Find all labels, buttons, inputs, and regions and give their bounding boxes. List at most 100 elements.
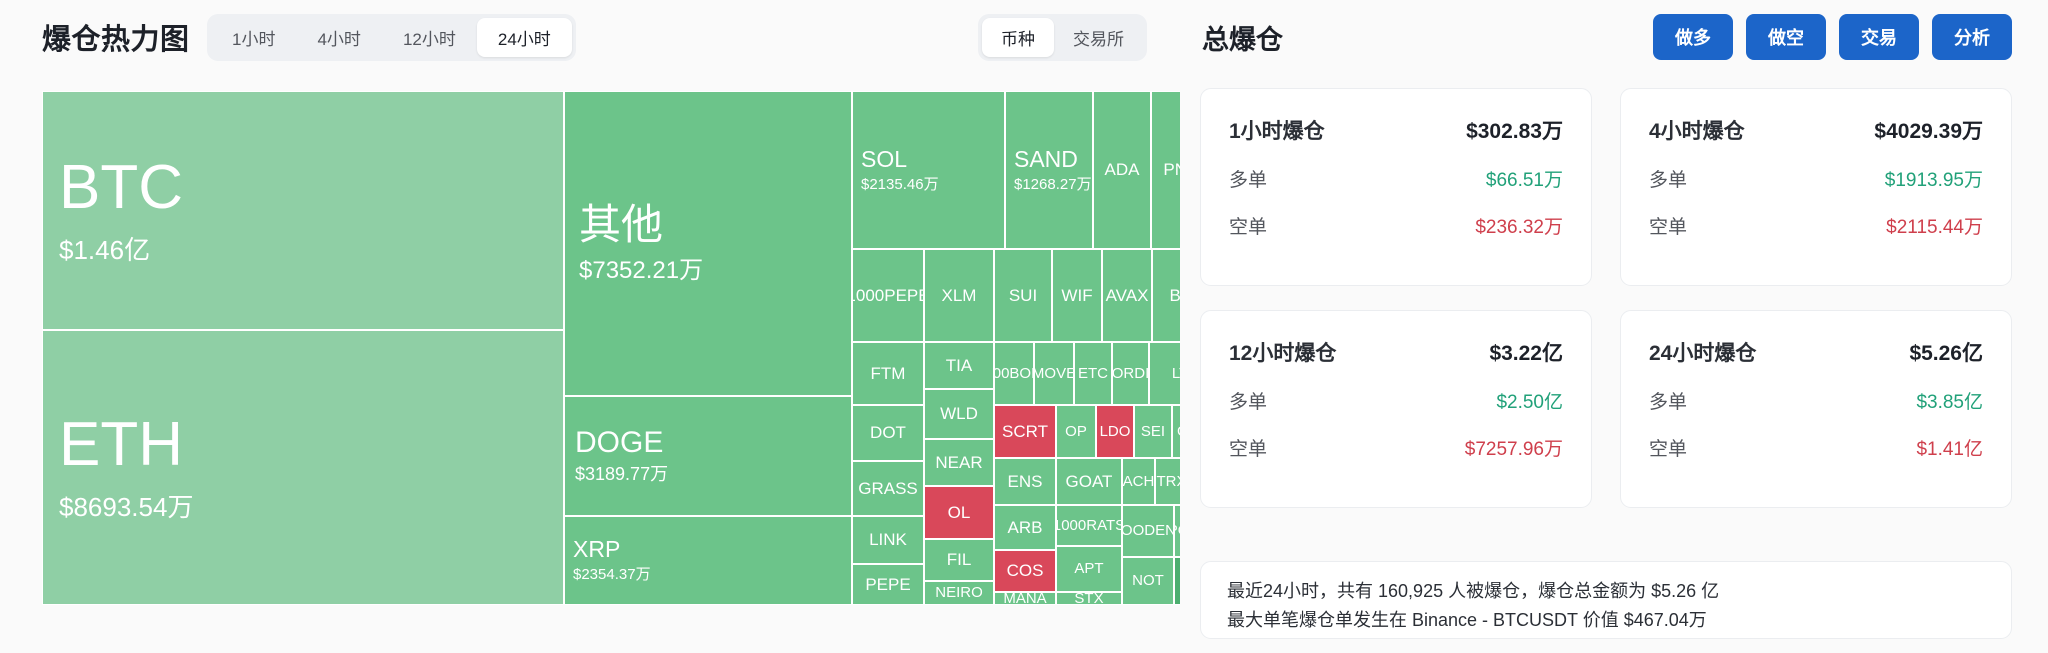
grouping-mode-tab-1[interactable]: 交易所 (1054, 18, 1143, 57)
treemap-tile[interactable]: LINK (852, 516, 924, 564)
treemap-tile[interactable]: OP (1056, 405, 1096, 458)
treemap-tile[interactable]: PNUT (1151, 91, 1180, 249)
treemap-tile-symbol: XLM (942, 287, 977, 305)
treemap-tile-symbol: SUI (1009, 287, 1037, 305)
treemap-tile-symbol: STX (1074, 592, 1103, 605)
treemap-tile[interactable]: ETC (1074, 342, 1112, 405)
summary-panel: 最近24小时，共有 160,925 人被爆仓，爆仓总金额为 $5.26 亿 最大… (1200, 561, 2012, 639)
liquidation-stat-card: 1小时爆仓$302.83万多单$66.51万空单$236.32万 (1200, 88, 1592, 286)
treemap-tile[interactable]: SEI (1134, 405, 1172, 458)
treemap-tile[interactable]: ETH$8693.54万 (42, 330, 564, 605)
treemap-tile[interactable]: WLD (924, 389, 994, 439)
treemap-tile-symbol: FTM (871, 365, 906, 383)
treemap-tile[interactable]: BCH (1174, 557, 1180, 605)
stat-card-short-label: 空单 (1649, 434, 1687, 461)
treemap-tile-symbol: PEPE (865, 576, 910, 594)
stat-card-row: 多单$66.51万 (1229, 165, 1563, 192)
treemap-tile[interactable]: DOT (852, 405, 924, 461)
treemap-tile[interactable]: LTC (1149, 342, 1180, 405)
treemap-tile[interactable]: SUI (994, 249, 1052, 342)
treemap-tile[interactable]: ORDI (1112, 342, 1149, 405)
treemap-tile[interactable]: ARB (994, 505, 1056, 550)
treemap-tile-symbol: MOVE (1034, 366, 1074, 382)
stat-card-header-row: 24小时爆仓$5.26亿 (1649, 337, 1983, 367)
treemap-tile-value: $7352.21万 (579, 257, 851, 285)
treemap-tile[interactable]: SAND$1268.27万 (1005, 91, 1093, 249)
treemap-tile[interactable]: COS (994, 550, 1056, 592)
treemap-tile[interactable]: NEAR (924, 439, 994, 486)
treemap-tile-symbol: APT (1074, 561, 1103, 577)
stat-card-row: 空单$1.41亿 (1649, 434, 1983, 461)
treemap-tile[interactable]: GRASS (852, 461, 924, 516)
action-button-3[interactable]: 分析 (1932, 14, 2012, 60)
action-button-2[interactable]: 交易 (1839, 14, 1919, 60)
treemap-tile[interactable]: ACH (1122, 458, 1155, 505)
treemap-tile[interactable]: FIL (924, 539, 994, 581)
stat-card-short-value: $236.32万 (1475, 212, 1563, 239)
treemap-tile-symbol: DOT (870, 424, 906, 442)
treemap-tile[interactable]: WIF (1052, 249, 1102, 342)
treemap-tile[interactable]: BTC$1.46亿 (42, 91, 564, 330)
treemap-tile[interactable]: ENS (994, 458, 1056, 505)
treemap-tile-value: $3189.77万 (575, 464, 851, 485)
treemap-tile[interactable]: 1000PEPE (852, 249, 924, 342)
treemap-tile[interactable]: OL (924, 486, 994, 539)
treemap-tile[interactable]: STX (1056, 592, 1122, 605)
treemap-tile-symbol: ADA (1105, 161, 1140, 179)
treemap-tile[interactable]: POPCAT (1174, 505, 1180, 557)
grouping-mode-tab-0[interactable]: 币种 (982, 18, 1054, 57)
grouping-mode-tabs[interactable]: 币种交易所 (978, 14, 1147, 61)
action-button-0[interactable]: 做多 (1653, 14, 1733, 60)
treemap-tile[interactable]: PEPE (852, 564, 924, 605)
treemap-tile[interactable]: NOT (1122, 557, 1174, 605)
treemap-tile-symbol: LTC (1172, 366, 1180, 382)
stat-card-short-label: 空单 (1649, 212, 1687, 239)
treemap-tile[interactable]: MANA (994, 592, 1056, 605)
page-title: 爆仓热力图 (42, 16, 190, 58)
stat-card-total: $4029.39万 (1874, 115, 1983, 145)
treemap-tile[interactable]: AVAX (1102, 249, 1152, 342)
action-button-group[interactable]: 做多做空交易分析 (1653, 14, 2012, 60)
treemap-tile[interactable]: 1000BONK (994, 342, 1034, 405)
time-range-tab-0[interactable]: 1小时 (211, 18, 296, 57)
time-range-tabs[interactable]: 1小时4小时12小时24小时 (207, 14, 576, 61)
stat-card-row: 多单$3.85亿 (1649, 387, 1983, 414)
treemap-tile-symbol: SAND (1014, 147, 1092, 171)
treemap-tile[interactable]: GALA (1172, 405, 1180, 458)
treemap-tile[interactable]: MOODENG (1122, 505, 1174, 557)
time-range-tab-1[interactable]: 4小时 (296, 18, 381, 57)
treemap-tile[interactable]: SCRT (994, 405, 1056, 458)
treemap-tile-symbol: TIA (946, 357, 972, 375)
treemap-tile[interactable]: LDO (1096, 405, 1134, 458)
treemap-tile-symbol: MOODENG (1122, 523, 1174, 539)
treemap-tile[interactable]: GOAT (1056, 458, 1122, 505)
treemap-tile[interactable]: 其他$7352.21万 (564, 91, 852, 396)
action-button-1[interactable]: 做空 (1746, 14, 1826, 60)
treemap-tile[interactable]: 1000RATS (1056, 505, 1122, 546)
stat-card-long-label: 多单 (1649, 387, 1687, 414)
treemap-tile-value: $8693.54万 (59, 493, 563, 523)
treemap-tile[interactable]: XRP$2354.37万 (564, 516, 852, 605)
treemap-tile[interactable]: TRX (1155, 458, 1180, 505)
treemap-tile[interactable]: APT (1056, 546, 1122, 592)
time-range-tab-2[interactable]: 12小时 (382, 18, 477, 57)
treemap-tile[interactable]: SOL$2135.46万 (852, 91, 1005, 249)
treemap-tile[interactable]: NEIRO (924, 581, 994, 605)
treemap-tile-symbol: 1000PEPE (852, 287, 924, 305)
treemap-tile-symbol: 1000BONK (994, 366, 1034, 382)
treemap-tile-symbol: BTC (59, 155, 563, 220)
treemap-tile-value: $2354.37万 (573, 566, 851, 583)
time-range-tab-3[interactable]: 24小时 (477, 18, 572, 57)
summary-line-1: 最近24小时，共有 160,925 人被爆仓，爆仓总金额为 $5.26 亿 (1227, 577, 1985, 606)
treemap-tile[interactable]: TIA (924, 342, 994, 389)
liquidation-treemap[interactable]: BTC$1.46亿ETH$8693.54万其他$7352.21万DOGE$318… (42, 91, 1180, 605)
treemap-tile[interactable]: ADA (1093, 91, 1151, 249)
stat-card-title: 4小时爆仓 (1649, 115, 1745, 145)
treemap-tile[interactable]: DOGE$3189.77万 (564, 396, 852, 516)
treemap-tile-symbol: WLD (940, 405, 978, 423)
treemap-tile[interactable]: BNB (1152, 249, 1180, 342)
treemap-tile[interactable]: XLM (924, 249, 994, 342)
stat-card-header-row: 4小时爆仓 $4029.39万 (1649, 115, 1983, 145)
treemap-tile[interactable]: FTM (852, 342, 924, 405)
treemap-tile[interactable]: MOVE (1034, 342, 1074, 405)
